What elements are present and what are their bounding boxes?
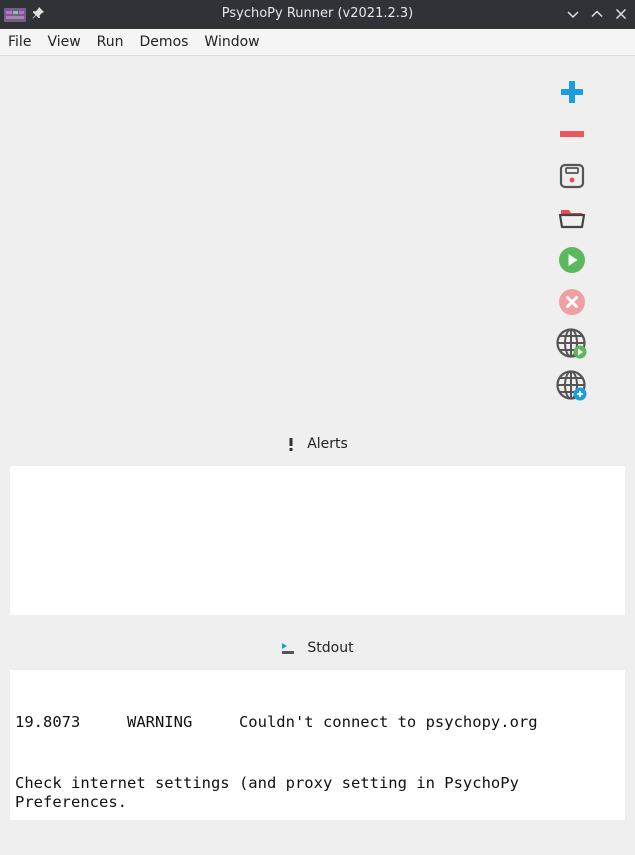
menu-view[interactable]: View — [39, 29, 88, 56]
sync-online-icon — [556, 370, 587, 401]
stdout-warning-line: 19.8073 WARNING Couldn't connect to psyc… — [15, 713, 538, 731]
window-title: PsychoPy Runner (v2021.2.3) — [221, 6, 414, 21]
experiment-list-area[interactable] — [0, 56, 635, 430]
run-online-button[interactable] — [552, 326, 592, 362]
open-folder-icon — [558, 210, 586, 229]
remove-icon — [560, 131, 584, 137]
run-online-icon — [556, 328, 587, 359]
menu-bar: File View Run Demos Window — [0, 29, 635, 56]
add-icon — [561, 81, 583, 103]
run-icon — [559, 247, 585, 273]
stdout-header: Stdout — [0, 634, 635, 662]
alerts-header: Alerts — [0, 430, 635, 458]
terminal-icon — [281, 641, 295, 655]
menu-file[interactable]: File — [0, 29, 39, 56]
save-list-button[interactable] — [552, 158, 592, 194]
alerts-panel[interactable] — [10, 466, 625, 615]
stop-icon — [559, 289, 585, 315]
save-icon — [559, 163, 585, 189]
title-bar: PsychoPy Runner (v2021.2.3) — [0, 0, 635, 29]
stdout-message-line: Check internet settings (and proxy setti… — [15, 774, 529, 811]
open-list-button[interactable] — [552, 200, 592, 236]
sync-online-button[interactable] — [552, 368, 592, 404]
alerts-label: Alerts — [307, 436, 348, 452]
menu-demos[interactable]: Demos — [132, 29, 197, 56]
menu-window[interactable]: Window — [196, 29, 267, 56]
add-experiment-button[interactable] — [552, 74, 592, 110]
remove-experiment-button[interactable] — [552, 116, 592, 152]
stop-button[interactable] — [552, 284, 592, 320]
stdout-panel[interactable]: 19.8073 WARNING Couldn't connect to psyc… — [10, 670, 625, 820]
menu-run[interactable]: Run — [89, 29, 132, 56]
alert-icon — [287, 436, 295, 452]
close-icon[interactable] — [613, 6, 629, 22]
maximize-icon[interactable] — [589, 6, 605, 22]
run-button[interactable] — [552, 242, 592, 278]
stdout-label: Stdout — [307, 640, 354, 656]
minimize-icon[interactable] — [565, 6, 581, 22]
